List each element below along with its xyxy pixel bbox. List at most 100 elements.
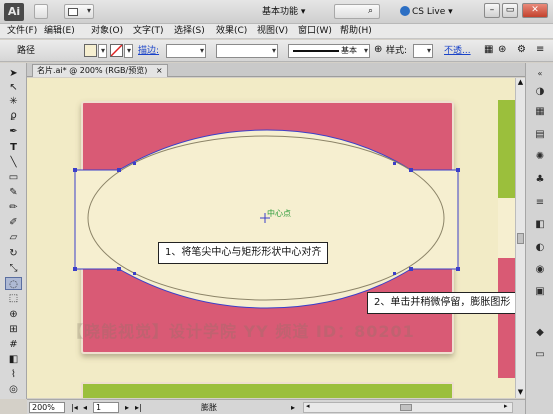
green-card-bottom — [81, 382, 454, 398]
close-tab-icon[interactable]: × — [156, 66, 163, 75]
menu-object[interactable]: 对象(O) — [91, 24, 123, 39]
stroke-options-icon[interactable]: ⊕ — [374, 44, 382, 55]
color-panel-icon[interactable]: ◑ — [531, 85, 549, 99]
search-field[interactable]: ⌕ — [334, 4, 380, 19]
fill-dropdown[interactable] — [98, 44, 107, 58]
free-transform-tool-icon[interactable]: ⬚ — [5, 292, 22, 305]
document-tab-title: 名片.ai* @ 200% (RGB/预览) — [37, 66, 148, 75]
menu-window[interactable]: 窗口(W) — [298, 24, 332, 39]
paintbrush-tool-icon[interactable]: ✎ — [5, 186, 22, 199]
variable-width-profile[interactable] — [216, 44, 278, 58]
rectangle-tool-icon[interactable]: ▭ — [5, 171, 22, 184]
document-setup-icon[interactable]: ▦ — [484, 44, 493, 55]
graphic-style-dropdown[interactable] — [413, 44, 433, 58]
first-artboard-icon[interactable]: |◂ — [71, 402, 78, 413]
gradient-tool-icon[interactable]: ◧ — [5, 353, 22, 366]
color-guide-icon[interactable]: ▦ — [531, 105, 549, 119]
rotate-tool-icon[interactable]: ↻ — [5, 247, 22, 260]
brush-style-label: 基本 — [341, 46, 357, 55]
brushes-panel-icon[interactable]: ✺ — [531, 150, 549, 164]
close-button[interactable]: ✕ — [522, 3, 548, 18]
stroke-link[interactable]: 描边: — [138, 45, 159, 57]
horizontal-scroll-thumb[interactable] — [400, 404, 412, 411]
document-tab-bar: 名片.ai* @ 200% (RGB/预览) × — [27, 63, 525, 77]
eyedropper-tool-icon[interactable]: ⌇ — [5, 368, 22, 381]
layers-panel-icon[interactable]: ◆ — [531, 326, 549, 340]
minimize-button[interactable]: – — [484, 3, 500, 18]
search-icon: ⌕ — [368, 6, 374, 16]
watermark: 【晓能视觉】设计学院 YY 频道 ID：80201 — [67, 322, 415, 341]
zoom-field[interactable]: 200% — [29, 402, 65, 413]
blob-brush-tool-icon[interactable]: ✐ — [5, 216, 22, 229]
type-tool-icon[interactable]: T — [5, 141, 22, 154]
magic-wand-tool-icon[interactable]: ✳ — [5, 95, 22, 108]
artwork — [73, 100, 515, 398]
scroll-right-icon[interactable]: ▸ — [504, 402, 508, 410]
artboards-panel-icon[interactable]: ▭ — [531, 348, 549, 362]
cream-card-right — [498, 198, 515, 258]
callout-step-2: 2、单击并稍微停留，膨胀图形 — [367, 292, 515, 314]
appearance-panel-icon[interactable]: ◉ — [531, 263, 549, 277]
menu-help[interactable]: 帮助(H) — [340, 24, 372, 39]
previous-artboard-icon[interactable]: ◂ — [83, 402, 87, 413]
menu-view[interactable]: 视图(V) — [257, 24, 288, 39]
artboard-canvas[interactable]: 中心点 【晓能视觉】设计学院 YY 频道 ID：80201 1、将笔尖中心与矩形… — [27, 78, 515, 398]
bloat-tool-icon[interactable]: ◌ — [5, 277, 22, 290]
last-artboard-icon[interactable]: ▸| — [135, 402, 142, 413]
recolor-artwork-icon[interactable]: ⊛ — [498, 44, 506, 55]
workspace-switcher[interactable]: 基本功能 ▾ — [262, 5, 324, 19]
mesh-tool-icon[interactable]: # — [5, 338, 22, 351]
stroke-dropdown[interactable] — [124, 44, 133, 58]
object-type-label: 路径 — [17, 46, 36, 56]
style-label: 样式: — [386, 46, 408, 56]
shape-builder-tool-icon[interactable]: ⊕ — [5, 308, 22, 321]
menu-file[interactable]: 文件(F) — [7, 24, 37, 39]
opacity-link[interactable]: 不透... — [444, 45, 471, 57]
collapse-dock-icon[interactable]: « — [531, 67, 549, 81]
stroke-panel-icon[interactable]: ≡ — [531, 196, 549, 210]
pencil-tool-icon[interactable]: ✏ — [5, 201, 22, 214]
bridge-icon[interactable] — [34, 4, 48, 19]
scroll-left-icon[interactable]: ◂ — [306, 402, 310, 410]
cs-live-menu[interactable]: CS Live ▾ — [412, 5, 453, 19]
selection-tool-icon[interactable]: ➤ — [5, 67, 22, 80]
scroll-up-icon[interactable]: ▲ — [516, 78, 525, 88]
artboard-number-field[interactable]: 1 — [93, 402, 119, 413]
eraser-tool-icon[interactable]: ▱ — [5, 231, 22, 244]
direct-selection-tool-icon[interactable]: ↖ — [5, 81, 22, 94]
stroke-swatch[interactable] — [110, 44, 123, 57]
menu-type[interactable]: 文字(T) — [133, 24, 164, 39]
lasso-tool-icon[interactable]: ϼ — [5, 109, 22, 122]
fill-swatch[interactable] — [84, 44, 97, 57]
perspective-grid-tool-icon[interactable]: ⊞ — [5, 323, 22, 336]
callout-step-1: 1、将笔尖中心与矩形形状中心对齐 — [158, 242, 329, 264]
maximize-button[interactable]: ▭ — [502, 3, 518, 18]
swatches-panel-icon[interactable]: ▤ — [531, 128, 549, 142]
transparency-panel-icon[interactable]: ◐ — [531, 241, 549, 255]
panel-menu-icon[interactable]: ≡ — [536, 44, 544, 55]
status-menu-icon[interactable]: ▸ — [291, 402, 295, 413]
menu-edit[interactable]: 编辑(E) — [44, 24, 75, 39]
vertical-scrollbar[interactable]: ▲ ▼ — [515, 78, 525, 398]
brush-definition[interactable]: 基本 — [288, 44, 370, 58]
pen-tool-icon[interactable]: ✒ — [5, 125, 22, 138]
line-tool-icon[interactable]: ╲ — [5, 156, 22, 169]
gradient-panel-icon[interactable]: ◧ — [531, 218, 549, 232]
arrange-documents-icon[interactable] — [64, 4, 94, 19]
symbols-panel-icon[interactable]: ♣ — [531, 173, 549, 187]
tools-panel: ➤ ↖ ✳ ϼ ✒ T ╲ ▭ ✎ ✏ ✐ ▱ ↻ ⤡ ◌ ⬚ ⊕ ⊞ # ◧ … — [0, 63, 27, 399]
menu-select[interactable]: 选择(S) — [174, 24, 205, 39]
next-artboard-icon[interactable]: ▸ — [125, 402, 129, 413]
preferences-icon[interactable]: ⚙ — [517, 44, 526, 55]
scroll-down-icon[interactable]: ▼ — [516, 388, 525, 398]
scroll-thumb[interactable] — [517, 233, 524, 244]
menu-effect[interactable]: 效果(C) — [216, 24, 247, 39]
menu-bar: 文件(F) 编辑(E) 对象(O) 文字(T) 选择(S) 效果(C) 视图(V… — [0, 24, 553, 39]
stroke-weight-field[interactable] — [166, 44, 206, 58]
graphic-styles-panel-icon[interactable]: ▣ — [531, 285, 549, 299]
blend-tool-icon[interactable]: ◎ — [5, 383, 22, 396]
scale-tool-icon[interactable]: ⤡ — [5, 262, 22, 275]
document-tab[interactable]: 名片.ai* @ 200% (RGB/预览) × — [32, 64, 168, 77]
control-bar: 路径 描边: 基本 ⊕ 样式: 不透... ▦ ⊛ ⚙ ≡ — [0, 40, 553, 62]
horizontal-scrollbar[interactable]: ◂ ▸ — [303, 402, 513, 413]
